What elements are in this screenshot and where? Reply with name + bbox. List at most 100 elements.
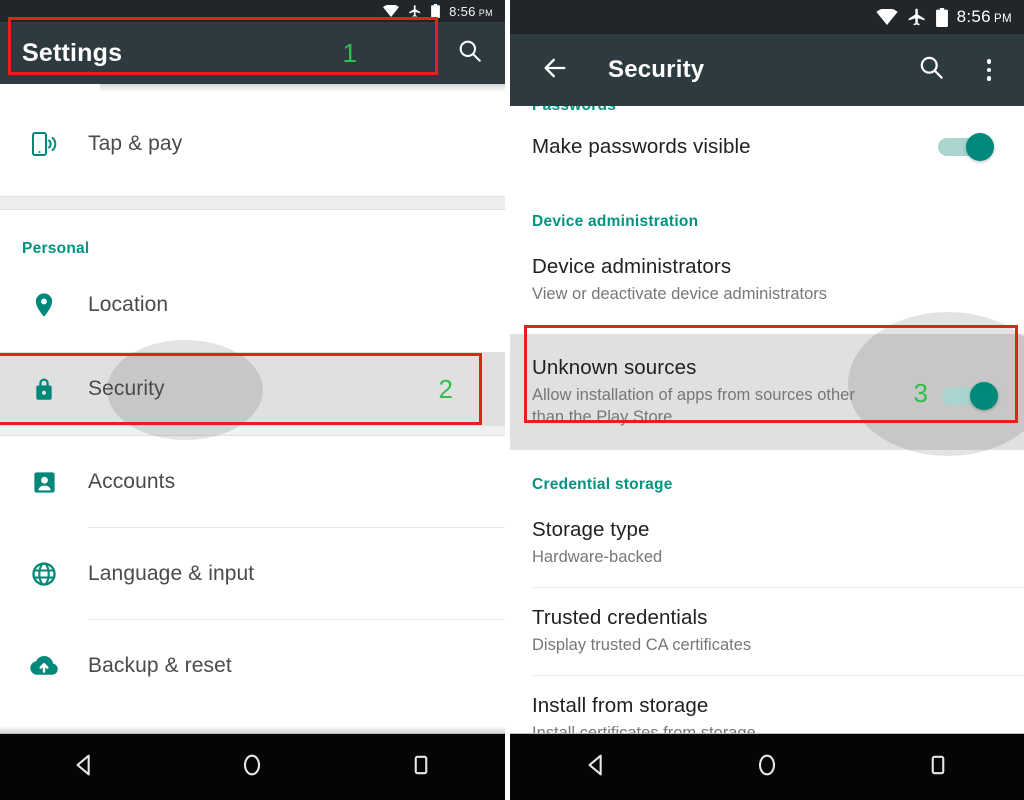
settings-row-label: Backup & reset bbox=[88, 654, 232, 677]
section-header-credential-storage: Credential storage bbox=[532, 476, 673, 494]
home-circle-icon bbox=[238, 751, 266, 784]
wifi-icon bbox=[875, 9, 898, 25]
recents-square-icon bbox=[407, 751, 435, 784]
search-button[interactable] bbox=[443, 26, 497, 80]
section-header-personal: Personal bbox=[22, 240, 90, 257]
security-row-sublabel: View or deactivate device administrators bbox=[532, 285, 828, 303]
recents-square-icon bbox=[924, 751, 952, 784]
settings-row-body: Backup & reset bbox=[88, 654, 505, 678]
status-bar-right: 8:56 PM bbox=[510, 0, 1024, 34]
security-row-label: Install from storage bbox=[532, 693, 709, 717]
security-row-make-passwords-visible[interactable]: Make passwords visible bbox=[510, 119, 1024, 175]
settings-group-separator bbox=[0, 196, 505, 210]
settings-app-bar: Settings 1 bbox=[0, 22, 505, 84]
home-circle-icon bbox=[753, 751, 781, 784]
nav-back-button[interactable] bbox=[561, 739, 631, 795]
status-icons-right bbox=[875, 7, 948, 27]
battery-icon bbox=[935, 7, 948, 27]
airplane-icon bbox=[907, 7, 927, 27]
account-icon bbox=[0, 469, 88, 496]
status-time-value: 8:56 bbox=[956, 7, 991, 26]
settings-row-tap-and-pay[interactable]: Tap & pay bbox=[0, 92, 505, 196]
android-nav-bar-left bbox=[0, 733, 505, 800]
bottom-scroll-shadow-left bbox=[0, 726, 505, 733]
make-passwords-visible-toggle[interactable] bbox=[938, 133, 994, 161]
nav-home-button[interactable] bbox=[217, 739, 287, 795]
status-icons-left bbox=[383, 4, 441, 18]
section-header-passwords: Passwords bbox=[510, 106, 1024, 119]
back-arrow-icon bbox=[541, 54, 569, 87]
settings-group-separator-2 bbox=[0, 426, 505, 436]
nfc-phone-icon bbox=[0, 129, 88, 159]
toggle-thumb bbox=[966, 133, 994, 161]
cloud-upload-icon bbox=[0, 651, 88, 681]
nav-recents-button[interactable] bbox=[903, 739, 973, 795]
settings-row-accounts[interactable]: Accounts bbox=[0, 436, 505, 528]
nav-back-button[interactable] bbox=[49, 739, 119, 795]
settings-row-backup-and-reset[interactable]: Backup & reset bbox=[0, 620, 505, 712]
security-settings-list[interactable]: Passwords Make passwords visible Device … bbox=[510, 106, 1024, 765]
page-title: Security bbox=[608, 56, 705, 83]
settings-row-label: Location bbox=[88, 293, 169, 316]
back-triangle-icon bbox=[70, 751, 98, 784]
back-button[interactable] bbox=[532, 47, 578, 93]
settings-app-bar-actions bbox=[443, 26, 505, 80]
settings-row-security[interactable]: Security 2 bbox=[0, 340, 505, 440]
settings-row-body: Language & input bbox=[88, 562, 505, 586]
security-row-label: Unknown sources bbox=[532, 355, 697, 379]
annotation-number-3: 3 bbox=[913, 377, 928, 408]
unknown-sources-toggle[interactable] bbox=[942, 381, 998, 410]
security-row-sublabel: Display trusted CA certificates bbox=[532, 636, 752, 655]
search-button[interactable] bbox=[904, 43, 958, 97]
globe-icon bbox=[0, 560, 88, 588]
nav-recents-button[interactable] bbox=[386, 739, 456, 795]
security-row-label: Device administrators bbox=[532, 255, 732, 278]
security-row-device-administrators[interactable]: Device administrators View or deactivate… bbox=[510, 237, 1024, 324]
security-row-label: Storage type bbox=[532, 518, 650, 542]
settings-row-language-and-input[interactable]: Language & input bbox=[0, 528, 505, 620]
settings-row-body: Accounts bbox=[88, 470, 505, 494]
overflow-menu-icon bbox=[986, 59, 992, 81]
security-row-label: Trusted credentials bbox=[532, 606, 708, 630]
security-row-sublabel: Hardware-backed bbox=[532, 548, 663, 567]
security-app-bar: Security bbox=[510, 34, 1024, 106]
status-time-ampm: PM bbox=[993, 13, 1012, 25]
security-app-bar-actions bbox=[904, 43, 1024, 97]
settings-row-location[interactable]: Location bbox=[0, 258, 505, 352]
settings-row-label: Language & input bbox=[88, 562, 255, 585]
security-row-body: Unknown sources Allow installation of ap… bbox=[532, 356, 914, 429]
wifi-icon bbox=[383, 5, 400, 17]
annotation-number-2: 2 bbox=[438, 373, 453, 404]
security-row-body: Make passwords visible bbox=[532, 135, 938, 159]
security-panel: 8:56 PM Security Make passwords visible … bbox=[510, 0, 1024, 800]
settings-row-body: Tap & pay bbox=[88, 132, 505, 156]
settings-list[interactable]: Tap & pay Personal Location Security 2 A… bbox=[0, 84, 505, 733]
security-row-body: Storage type Hardware-backed bbox=[532, 518, 1024, 569]
page-title: Settings bbox=[22, 38, 123, 67]
settings-row-label: Accounts bbox=[88, 470, 176, 493]
overflow-menu-button[interactable] bbox=[962, 43, 1016, 97]
battery-icon bbox=[431, 4, 441, 18]
nav-home-button[interactable] bbox=[732, 739, 802, 795]
security-row-sublabel: Allow installation of apps from sources … bbox=[532, 385, 855, 426]
status-time-ampm: PM bbox=[478, 7, 493, 18]
annotation-number-1: 1 bbox=[342, 37, 357, 68]
security-row-body: Device administrators View or deactivate… bbox=[532, 255, 1024, 306]
security-row-label: Make passwords visible bbox=[532, 135, 751, 158]
security-row-body: Trusted credentials Display trusted CA c… bbox=[532, 606, 1024, 657]
settings-row-body: Security bbox=[88, 377, 439, 401]
settings-row-label: Security bbox=[88, 377, 165, 400]
status-time-left: 8:56 PM bbox=[449, 4, 493, 19]
settings-row-label: Tap & pay bbox=[88, 132, 183, 155]
airplane-icon bbox=[408, 4, 422, 18]
security-row-trusted-credentials[interactable]: Trusted credentials Display trusted CA c… bbox=[510, 588, 1024, 675]
screenshot-root: 8:56 PM Settings 1 Tap & pay Personal Lo… bbox=[0, 0, 1024, 800]
security-row-storage-type[interactable]: Storage type Hardware-backed bbox=[510, 500, 1024, 587]
lock-icon bbox=[0, 375, 88, 403]
settings-panel: 8:56 PM Settings 1 Tap & pay Personal Lo… bbox=[0, 0, 505, 800]
settings-row-body: Location bbox=[88, 293, 505, 317]
security-row-unknown-sources[interactable]: Unknown sources Allow installation of ap… bbox=[510, 311, 1024, 456]
status-time-value: 8:56 bbox=[449, 3, 476, 19]
status-time-right: 8:56 PM bbox=[957, 7, 1012, 27]
